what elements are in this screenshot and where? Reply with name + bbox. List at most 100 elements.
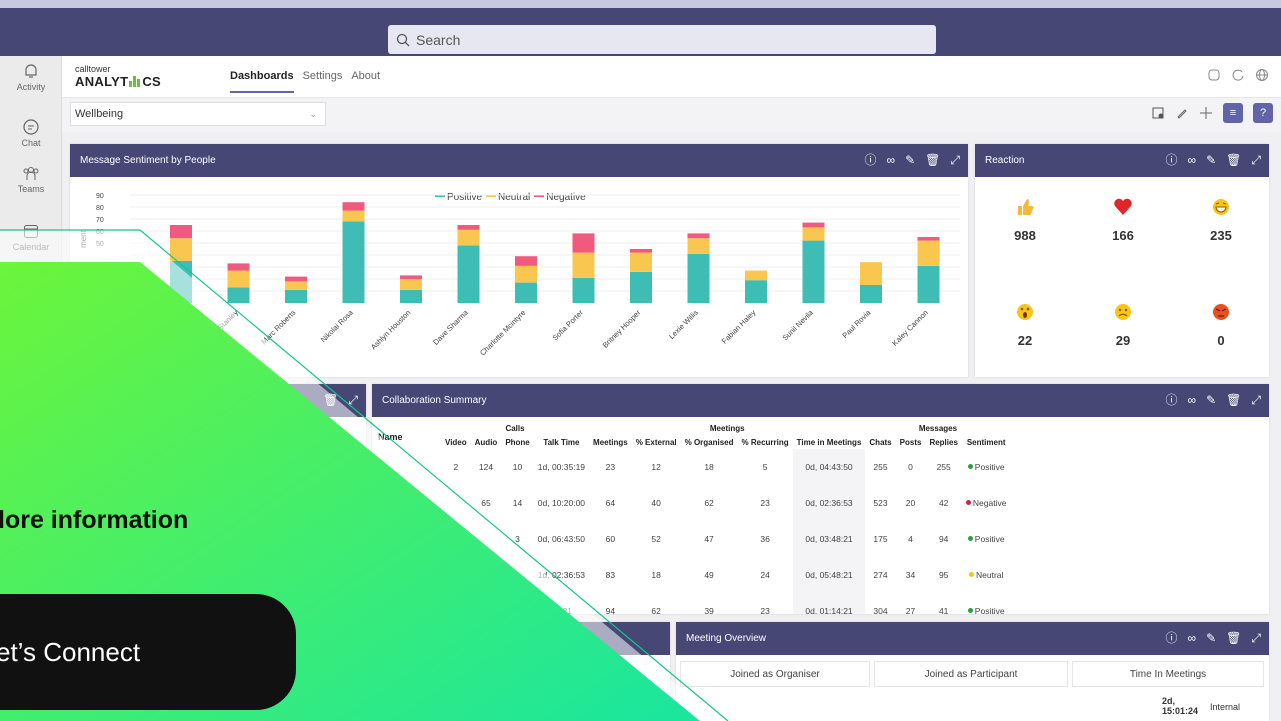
edit-icon[interactable]: ✎	[1206, 622, 1216, 655]
table-cell: Positive	[962, 449, 1011, 485]
reaction-laugh: 235	[1191, 197, 1251, 243]
delete-icon[interactable]: 🗑	[323, 384, 338, 417]
chart-bar-positive	[860, 285, 882, 303]
dashboard-select[interactable]: Wellbeing ⌄	[70, 102, 326, 126]
table-cell: 34	[905, 570, 916, 580]
table-cell: 64	[605, 498, 616, 508]
table-cell	[501, 557, 533, 593]
table-cell: 124	[478, 462, 494, 472]
link-icon[interactable]: ∞	[887, 144, 896, 177]
link-icon[interactable]: ∞	[1188, 622, 1197, 655]
column-header[interactable]: Audio	[471, 435, 502, 449]
table-cell: Neutral	[962, 557, 1011, 593]
expand-icon[interactable]: ⤢	[950, 144, 960, 177]
rail-item-teams[interactable]: Teams	[0, 164, 62, 194]
delete-icon[interactable]: 🗑	[1226, 384, 1241, 417]
table-cell: 23	[605, 462, 616, 472]
table-cell: 94	[605, 606, 616, 614]
info-icon[interactable]: ⓘ	[865, 144, 877, 177]
rail-item-activity[interactable]: Activity	[0, 62, 62, 92]
chart-bar-neutral	[342, 210, 365, 222]
table-cell: 60	[605, 534, 616, 544]
table-row[interactable]: 48:21 94 62 39 23 0d, 01:14:21 304 27 41 Positive	[441, 593, 1010, 614]
chart-bar-neutral	[745, 270, 767, 281]
table-cell: 49	[704, 570, 714, 580]
add-icon[interactable]	[1199, 106, 1213, 120]
save-layout-icon[interactable]	[1151, 106, 1165, 120]
table-row[interactable]: 3 0d, 06:43:50 60 52 47 36 0d, 03:48:21 175 4 94 P…	[441, 521, 1010, 557]
column-header[interactable]: Meetings	[589, 435, 632, 449]
delete-icon[interactable]: 🗑	[1226, 622, 1241, 655]
column-header[interactable]: Posts	[896, 435, 926, 449]
status-dot	[967, 608, 973, 613]
promo-text: lore information	[0, 506, 189, 534]
column-header[interactable]: Phone	[501, 435, 533, 449]
table-cell: 42	[938, 498, 949, 508]
column-header[interactable]: % Recurring	[738, 435, 793, 449]
col-time-in-meetings: Time In Meetings	[1072, 661, 1264, 687]
table-cell	[471, 521, 502, 557]
table-cell: 0d, 01:14:21	[792, 593, 866, 614]
chart-bar-positive	[687, 253, 710, 303]
expand-icon[interactable]: ⤢	[1251, 384, 1261, 417]
tab-dashboards[interactable]: Dashboards	[230, 70, 294, 93]
column-header[interactable]: Talk Time	[534, 435, 589, 449]
table-cell: 62	[651, 606, 661, 614]
edit-icon[interactable]	[1175, 106, 1189, 120]
table-row[interactable]: 65 14 0d, 10:20:00 64 40 62 23 0d, 02:36:53 523 2…	[441, 485, 1010, 521]
link-icon[interactable]: ∞	[1188, 384, 1197, 417]
info-icon[interactable]: ⓘ	[1166, 384, 1178, 417]
table-cell	[441, 557, 471, 593]
expand-icon[interactable]: ⤢	[348, 384, 358, 417]
popout-icon[interactable]	[1207, 68, 1221, 82]
list-view-button[interactable]: ≡	[1223, 103, 1243, 123]
table-cell: 65	[481, 498, 491, 508]
x-tick-label: Paul Rovia	[840, 307, 873, 340]
refresh-icon[interactable]	[1231, 68, 1245, 82]
expand-icon[interactable]: ⤢	[1251, 144, 1261, 177]
rail-item-calendar[interactable]: Calendar	[0, 222, 62, 252]
expand-icon[interactable]: ⤢	[1251, 622, 1261, 655]
group-meetings: Meetings	[709, 423, 745, 433]
link-icon[interactable]: ∞	[1188, 144, 1197, 177]
search-input[interactable]: Search	[388, 25, 936, 54]
globe-icon[interactable]	[1255, 68, 1269, 82]
chart-bar-negative	[170, 225, 192, 239]
rail-item-chat[interactable]: Chat	[0, 118, 62, 148]
connect-button[interactable]: et’s Connect	[0, 594, 296, 710]
rail-label: Activity	[16, 82, 46, 92]
table-row[interactable]: 2 124 10 1d, 00:35:19 23 12 18 5 0d, 04:43:50 255…	[441, 449, 1010, 485]
sentiment-chart: Jarrett Stanley Marc Roberts Nikolai Rosa A…	[79, 193, 960, 357]
surprised-icon	[1017, 304, 1033, 320]
column-header[interactable]: % Organised	[681, 435, 738, 449]
tab-about[interactable]: About	[351, 70, 380, 93]
table-cell: 23	[760, 498, 770, 508]
panel-actions: ⓘ ∞ ✎ 🗑 ⤢	[865, 144, 960, 177]
logo-small: calltower	[75, 64, 111, 74]
panel-header: Message Sentiment by People ⓘ ∞ ✎ 🗑 ⤢	[70, 144, 968, 177]
tab-settings[interactable]: Settings	[303, 70, 343, 93]
panel-header: Reaction ⓘ ∞ ✎ 🗑 ⤢	[975, 144, 1269, 177]
chart-bar-positive	[572, 277, 595, 303]
table-cell: 0d, 02:36:53	[792, 485, 866, 521]
column-header[interactable]: Sentiment	[962, 435, 1011, 449]
edit-icon[interactable]: ✎	[1206, 144, 1216, 177]
chart-bar-negative	[572, 233, 595, 253]
column-header[interactable]: Video	[441, 435, 471, 449]
delete-icon[interactable]: 🗑	[925, 144, 940, 177]
info-icon[interactable]: ⓘ	[1166, 144, 1178, 177]
help-button[interactable]: ?	[1253, 103, 1273, 123]
column-header[interactable]: Time in Meetings	[793, 435, 866, 449]
table-row[interactable]: 1d, 02:36:53 83 18 49 24 0d, 05:48:21 274 34 95 N…	[441, 557, 1010, 593]
column-header[interactable]: Replies	[925, 435, 961, 449]
info-icon[interactable]: ⓘ	[1166, 622, 1178, 655]
edit-icon[interactable]: ✎	[905, 144, 915, 177]
column-header[interactable]: Chats	[865, 435, 895, 449]
y-tick-label: 70	[96, 217, 104, 224]
chart-bar-positive	[515, 282, 537, 303]
delete-icon[interactable]: 🗑	[1226, 144, 1241, 177]
group-calls: Calls	[505, 423, 525, 433]
chart-bar-negative	[457, 225, 480, 230]
column-header[interactable]: % External	[632, 435, 681, 449]
edit-icon[interactable]: ✎	[1206, 384, 1216, 417]
